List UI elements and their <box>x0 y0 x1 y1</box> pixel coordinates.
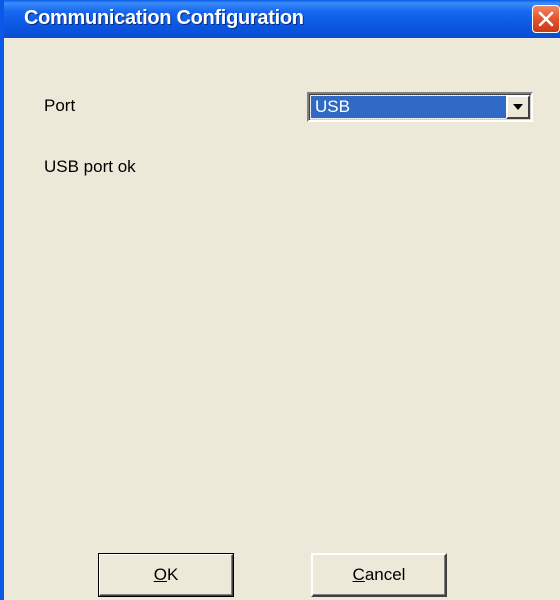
cancel-mnemonic: C <box>352 565 365 584</box>
port-status-text: USB port ok <box>44 157 136 176</box>
ok-button[interactable]: OK <box>98 553 234 597</box>
close-icon <box>538 11 554 27</box>
dialog-window: Communication Configuration Port USB USB… <box>0 0 560 600</box>
close-button[interactable] <box>532 5 560 33</box>
port-select[interactable]: USB <box>307 92 533 122</box>
port-select-value: USB <box>310 95 507 119</box>
title-bar[interactable]: Communication Configuration <box>4 0 560 38</box>
chevron-down-icon <box>513 104 523 110</box>
ok-label-rest: K <box>166 565 179 584</box>
window-title: Communication Configuration <box>24 7 304 29</box>
cancel-button[interactable]: Cancel <box>311 553 447 597</box>
cancel-label-rest: ancel <box>364 565 406 584</box>
port-select-dropdown-button[interactable] <box>506 95 530 119</box>
port-label: Port <box>44 96 76 115</box>
ok-mnemonic: O <box>153 565 167 584</box>
